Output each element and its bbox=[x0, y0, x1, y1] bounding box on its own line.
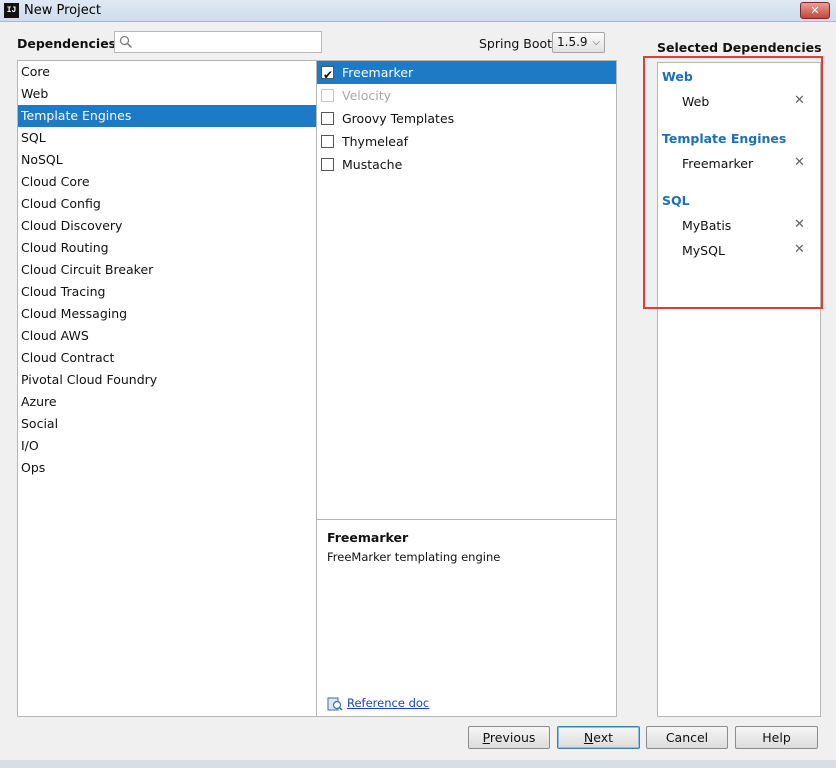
description-text: FreeMarker templating engine bbox=[327, 550, 501, 564]
remove-icon[interactable]: ✕ bbox=[794, 155, 805, 170]
selected-dependency-item: Web bbox=[682, 94, 710, 109]
remove-icon[interactable]: ✕ bbox=[794, 242, 805, 257]
selected-group-label: Template Engines bbox=[662, 131, 787, 146]
spring-boot-version-select[interactable]: 1.5.9 ⌵ bbox=[552, 32, 605, 53]
dependency-item[interactable]: Thymeleaf bbox=[317, 130, 616, 153]
close-window-button[interactable]: ✕ bbox=[800, 2, 830, 19]
dependency-item[interactable]: Groovy Templates bbox=[317, 107, 616, 130]
category-item[interactable]: SQL bbox=[18, 127, 316, 149]
checkbox[interactable] bbox=[321, 112, 334, 125]
dependency-item: Velocity bbox=[317, 84, 616, 107]
category-item[interactable]: Cloud Discovery bbox=[18, 215, 316, 237]
dependency-list: ✔ Freemarker Velocity Groovy Templates Thyme… bbox=[316, 60, 617, 717]
category-item[interactable]: Ops bbox=[18, 457, 316, 479]
category-item[interactable]: Cloud Routing bbox=[18, 237, 316, 259]
selected-dependencies-heading: Selected Dependencies bbox=[657, 40, 822, 55]
window-bottom-edge bbox=[0, 760, 836, 768]
category-item[interactable]: I/O bbox=[18, 435, 316, 457]
category-item[interactable]: Cloud Circuit Breaker bbox=[18, 259, 316, 281]
title-bar: IJ New Project ✕ bbox=[0, 0, 836, 22]
dependency-search-input[interactable] bbox=[114, 31, 322, 53]
remove-icon[interactable]: ✕ bbox=[794, 217, 805, 232]
dependency-label: Velocity bbox=[342, 88, 392, 103]
dependency-label: Freemarker bbox=[342, 65, 414, 80]
category-item[interactable]: NoSQL bbox=[18, 149, 316, 171]
search-icon bbox=[119, 35, 132, 48]
dependency-label: Mustache bbox=[342, 157, 403, 172]
selected-dependency-item: Freemarker bbox=[682, 156, 754, 171]
help-button[interactable]: Help bbox=[735, 726, 818, 749]
dependency-item[interactable]: Mustache bbox=[317, 153, 616, 176]
dependency-label: Thymeleaf bbox=[342, 134, 409, 149]
selected-dependencies-panel: Web Web ✕ Template Engines Freemarker ✕ SQL MyB… bbox=[657, 62, 821, 717]
category-item[interactable]: Cloud Config bbox=[18, 193, 316, 215]
category-list: Core Web Template Engines SQL NoSQL Cloud Cor… bbox=[17, 60, 317, 717]
dependency-item[interactable]: ✔ Freemarker bbox=[317, 61, 616, 84]
category-item[interactable]: Core bbox=[18, 61, 316, 83]
category-item[interactable]: Cloud Messaging bbox=[18, 303, 316, 325]
selected-dependency-item: MyBatis bbox=[682, 218, 732, 233]
spring-boot-label: Spring Boot bbox=[479, 36, 553, 51]
spring-boot-version-value: 1.5.9 bbox=[557, 35, 588, 49]
next-button[interactable]: Next bbox=[557, 726, 640, 749]
category-item[interactable]: Cloud Contract bbox=[18, 347, 316, 369]
checkbox bbox=[321, 89, 334, 102]
reference-doc-icon bbox=[327, 697, 343, 711]
window-title: New Project bbox=[24, 3, 101, 18]
category-item[interactable]: Social bbox=[18, 413, 316, 435]
dependency-description: Freemarker FreeMarker templating engine … bbox=[317, 519, 616, 716]
category-item[interactable]: Cloud Core bbox=[18, 171, 316, 193]
previous-button[interactable]: Previous bbox=[468, 726, 550, 749]
description-title: Freemarker bbox=[327, 530, 409, 545]
category-item[interactable]: Azure bbox=[18, 391, 316, 413]
checkbox[interactable] bbox=[321, 158, 334, 171]
category-item[interactable]: Cloud AWS bbox=[18, 325, 316, 347]
cancel-button[interactable]: Cancel bbox=[646, 726, 728, 749]
checkbox[interactable] bbox=[321, 135, 334, 148]
intellij-icon: IJ bbox=[4, 3, 19, 18]
category-item[interactable]: Web bbox=[18, 83, 316, 105]
selected-group-label: SQL bbox=[662, 193, 690, 208]
checkbox-checked[interactable]: ✔ bbox=[321, 66, 334, 82]
selected-dependency-item: MySQL bbox=[682, 243, 725, 258]
selected-group-label: Web bbox=[662, 69, 693, 84]
dependency-label: Groovy Templates bbox=[342, 111, 455, 126]
category-item[interactable]: Cloud Tracing bbox=[18, 281, 316, 303]
chevron-down-icon: ⌵ bbox=[592, 37, 600, 48]
category-item[interactable]: Template Engines bbox=[18, 105, 316, 127]
reference-doc-link[interactable]: Reference doc bbox=[347, 696, 429, 710]
category-item[interactable]: Pivotal Cloud Foundry bbox=[18, 369, 316, 391]
dependencies-label: Dependencies bbox=[17, 36, 117, 51]
remove-icon[interactable]: ✕ bbox=[794, 93, 805, 108]
